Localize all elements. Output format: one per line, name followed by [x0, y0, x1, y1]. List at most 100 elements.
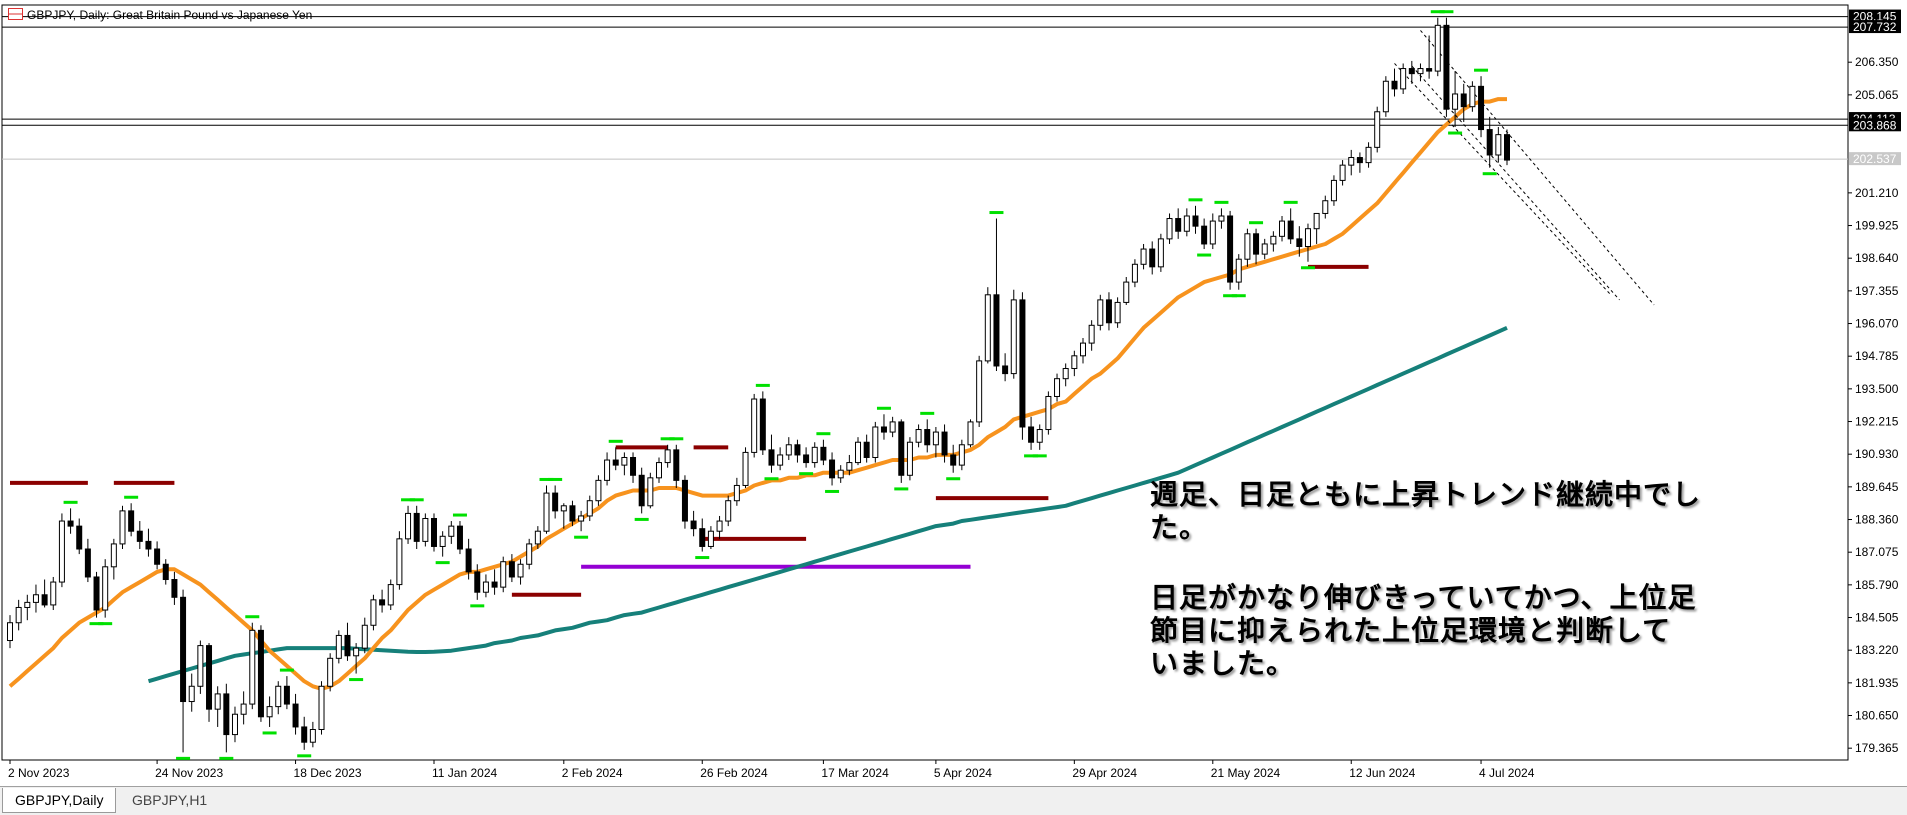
candle-body: [958, 444, 965, 466]
candle-body: [154, 548, 161, 565]
candle-body: [76, 525, 83, 550]
candle-body: [474, 571, 481, 593]
candle-body: [110, 543, 117, 568]
candle-body: [1235, 258, 1242, 283]
comment-line-3: 日足がかなり伸びきっていてかつ、上位足: [1150, 581, 1697, 614]
candle-body: [716, 520, 723, 532]
candle-body: [422, 518, 429, 542]
candle-body: [1140, 248, 1147, 265]
price-axis-label: 187.075: [1855, 545, 1899, 559]
candle-body: [1356, 157, 1363, 164]
candle-body: [1157, 238, 1164, 268]
candle-body: [1452, 93, 1459, 110]
candle-body: [1097, 299, 1104, 326]
price-axis-label: 192.215: [1855, 415, 1899, 429]
candle-body: [413, 512, 420, 542]
tab-gbpjpy-daily[interactable]: GBPJPY,Daily: [2, 788, 117, 813]
candle-body: [560, 505, 567, 512]
candle-body: [759, 398, 766, 451]
candle-body: [785, 444, 792, 456]
candle-body: [976, 360, 983, 423]
candle-body: [1175, 218, 1182, 232]
candle-body: [353, 647, 360, 657]
candle-body: [1348, 157, 1355, 166]
chart-tab-bar: GBPJPY,Daily GBPJPY,H1: [0, 786, 1907, 815]
chart-title: GBPJPY, Daily: Great Britain Pound vs Ja…: [8, 8, 312, 22]
candle-body: [586, 500, 593, 517]
candle-body: [932, 431, 939, 446]
candle-body: [24, 601, 31, 608]
candle-body: [604, 459, 611, 481]
candle-body: [1426, 68, 1433, 72]
candle-body: [456, 525, 463, 550]
price-marker-label: 202.537: [1853, 152, 1897, 166]
candle-body: [370, 599, 377, 626]
candle-body: [162, 563, 169, 581]
chart-window-icon: [8, 8, 23, 20]
price-axis-label: 193.500: [1855, 382, 1899, 396]
candle-body: [612, 459, 619, 466]
candle-body: [448, 525, 455, 537]
candle-body: [1382, 80, 1389, 113]
candle-body: [361, 624, 368, 649]
candle-body: [880, 426, 887, 433]
candle-body: [855, 441, 862, 464]
candle-body: [1166, 218, 1173, 240]
candle-body: [751, 398, 758, 453]
candle-body: [1443, 24, 1450, 110]
candle-body: [1209, 220, 1216, 245]
tab-gbpjpy-h1[interactable]: GBPJPY,H1: [120, 788, 219, 812]
candle-body: [811, 446, 818, 464]
time-axis-label: 29 Apr 2024: [1072, 766, 1137, 780]
candle-body: [1408, 68, 1415, 75]
candle-body: [1339, 164, 1346, 181]
candle-body: [1149, 248, 1156, 268]
price-axis-label: 198.640: [1855, 251, 1899, 265]
candle-body: [1486, 129, 1493, 156]
candle-body: [1218, 215, 1225, 222]
time-axis-label: 26 Feb 2024: [700, 766, 768, 780]
candle-body: [1478, 85, 1485, 131]
price-axis-label: 196.070: [1855, 317, 1899, 331]
candle-body: [136, 530, 143, 542]
candle-body: [344, 634, 351, 657]
candle-body: [1279, 220, 1286, 237]
candle-body: [638, 474, 645, 507]
candle-body: [1244, 233, 1251, 260]
candle-body: [517, 563, 524, 578]
time-axis-label: 4 Jul 2024: [1479, 766, 1535, 780]
candle-body: [569, 505, 576, 522]
candle-body: [768, 449, 775, 466]
candle-body: [742, 451, 749, 486]
candle-body: [396, 538, 403, 586]
candle-body: [699, 528, 706, 547]
candle-body: [102, 566, 109, 611]
candle-body: [1192, 215, 1199, 227]
candle-body: [984, 294, 991, 362]
candle-body: [1028, 426, 1035, 443]
candle-body: [128, 510, 135, 532]
candle-body: [301, 726, 308, 743]
candle-body: [508, 561, 515, 578]
candle-body: [1036, 429, 1043, 443]
candle-body: [58, 520, 65, 583]
price-axis-label: 179.365: [1855, 741, 1899, 755]
candle-body: [93, 576, 100, 611]
candle-body: [837, 469, 844, 479]
candle-body: [664, 449, 671, 464]
candle-body: [1079, 342, 1086, 357]
comment-line-1: 週足、日足ともに上昇トレンド継続中でし: [1150, 478, 1702, 511]
candle-body: [1469, 85, 1476, 108]
candle-body: [491, 581, 498, 588]
candle-body: [266, 706, 273, 718]
candle-body: [1313, 212, 1320, 230]
candle-body: [846, 462, 853, 471]
candle-body: [188, 685, 195, 703]
candle-body: [1010, 299, 1017, 375]
candle-body: [283, 685, 290, 705]
price-axis-label: 180.650: [1855, 709, 1899, 723]
candle-body: [1495, 134, 1502, 156]
candle-body: [231, 713, 238, 736]
candle-body: [725, 500, 732, 522]
candle-body: [1002, 365, 1009, 375]
